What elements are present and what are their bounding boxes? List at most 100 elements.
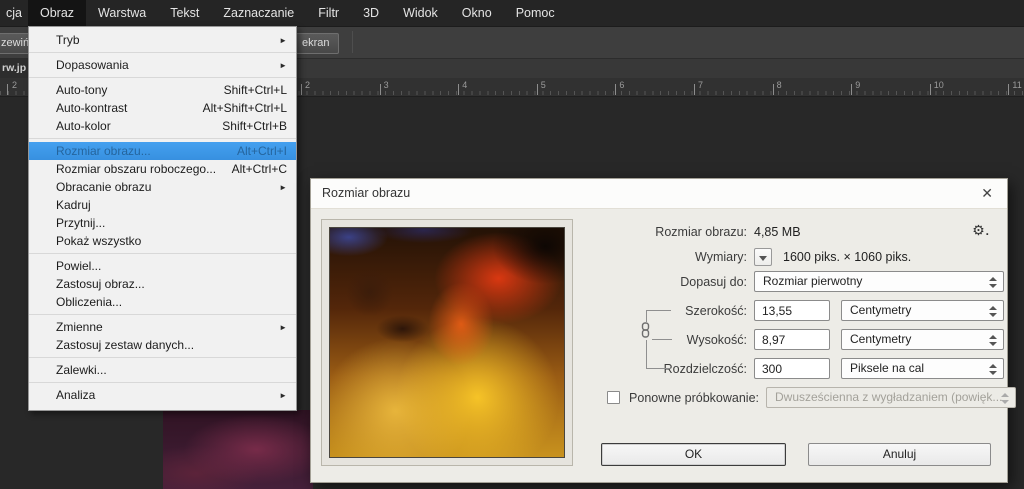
- ruler-tick: [851, 84, 853, 95]
- menu-item-label: Zastosuj zestaw danych...: [56, 338, 195, 352]
- obraz-menu-panel: Tryb ► Dopasowania ► Auto-tony Shift+Ctrl+L Au…: [28, 26, 297, 411]
- menu-item-label: Auto-kontrast: [56, 101, 128, 115]
- menu-item-shortcut: Shift+Ctrl+L: [223, 83, 287, 97]
- updown-arrows-icon: [989, 306, 997, 317]
- menubar-item-widok[interactable]: Widok: [391, 0, 450, 26]
- width-unit-select[interactable]: Centymetry: [841, 300, 1004, 321]
- close-icon[interactable]: ✕: [977, 184, 997, 203]
- menu-item-label: Tryb: [56, 33, 80, 47]
- fit-to-row: Dopasuj do: Rozmiar pierwotny: [591, 271, 1004, 292]
- menubar-item-3d[interactable]: 3D: [351, 0, 391, 26]
- resample-method-value: Dwusześcienna z wygładzaniem (powięk...: [775, 390, 1003, 404]
- menubar-item-tekst[interactable]: Tekst: [158, 0, 211, 26]
- menu-item-powiel[interactable]: Powiel...: [29, 257, 296, 275]
- image-size-dialog: Rozmiar obrazu ✕ ⚙. Rozmiar obrazu: 4,85…: [310, 178, 1016, 483]
- menubar-item-zaznaczanie[interactable]: Zaznaczanie: [211, 0, 306, 26]
- submenu-arrow-icon: ►: [279, 35, 287, 45]
- menu-item-obliczenia[interactable]: Obliczenia...: [29, 293, 296, 311]
- menu-item-shortcut: Shift+Ctrl+B: [222, 119, 287, 133]
- cancel-button[interactable]: Anuluj: [808, 443, 991, 466]
- resolution-unit-value: Piksele na cal: [850, 361, 925, 375]
- fit-to-value: Rozmiar pierwotny: [763, 274, 863, 288]
- width-input[interactable]: [754, 300, 830, 321]
- menu-item-zastosuj-obraz[interactable]: Zastosuj obraz...: [29, 275, 296, 293]
- resolution-unit-select[interactable]: Piksele na cal: [841, 358, 1004, 379]
- fit-to-label: Dopasuj do:: [680, 274, 747, 289]
- updown-arrows-icon: [989, 335, 997, 346]
- link-icon[interactable]: [639, 322, 652, 340]
- menu-item-zastosuj-zestaw-danych[interactable]: Zastosuj zestaw danych...: [29, 336, 296, 354]
- menu-item-shortcut: Alt+Ctrl+C: [231, 162, 287, 176]
- ruler-number: 8: [776, 80, 782, 90]
- resample-method-select: Dwusześcienna z wygładzaniem (powięk...: [766, 387, 1016, 408]
- image-preview-frame: [321, 219, 573, 466]
- menu-item-label: Zmienne: [56, 320, 103, 334]
- menubar-item-pomoc[interactable]: Pomoc: [504, 0, 567, 26]
- ruler-tick: [615, 84, 617, 95]
- image-preview[interactable]: [329, 227, 565, 458]
- ruler-tick: [536, 84, 538, 95]
- menu-item-auto-kontrast[interactable]: Auto-kontrast Alt+Shift+Ctrl+L: [29, 99, 296, 117]
- ruler-number: 3: [383, 80, 389, 90]
- ruler-number: 4: [462, 80, 468, 90]
- menu-item-kadruj[interactable]: Kadruj: [29, 196, 296, 214]
- menu-separator: [29, 253, 296, 254]
- ruler-tick: [694, 84, 695, 95]
- resample-row: Ponowne próbkowanie: Dwusześcienna z wyg…: [591, 387, 1016, 408]
- resample-label: Ponowne próbkowanie:: [629, 390, 759, 405]
- menu-item-label: Przytnij...: [56, 216, 106, 230]
- menubar-item-okno[interactable]: Okno: [450, 0, 504, 26]
- menu-item-label: Analiza: [56, 388, 96, 402]
- resample-checkbox[interactable]: [607, 391, 620, 404]
- ok-button[interactable]: OK: [601, 443, 786, 466]
- menu-item-shortcut: Alt+Shift+Ctrl+L: [202, 101, 287, 115]
- dialog-title-bar[interactable]: Rozmiar obrazu ✕: [311, 179, 1007, 209]
- menu-item-label: Rozmiar obszaru roboczego...: [56, 162, 217, 176]
- ruler-tick: [379, 84, 381, 95]
- ruler-tick: [301, 84, 302, 95]
- ruler-number: 2: [305, 80, 311, 90]
- fit-to-select[interactable]: Rozmiar pierwotny: [754, 271, 1004, 292]
- menu-separator: [29, 138, 296, 139]
- menu-item-label: Kadruj: [56, 198, 91, 212]
- menu-item-auto-kolor[interactable]: Auto-kolor Shift+Ctrl+B: [29, 117, 296, 135]
- updown-arrows-icon: [989, 277, 997, 288]
- submenu-arrow-icon: ►: [279, 322, 287, 332]
- width-unit-value: Centymetry: [850, 303, 912, 317]
- menu-item-pokaz-wszystko[interactable]: Pokaż wszystko: [29, 232, 296, 250]
- resolution-input[interactable]: [754, 358, 830, 379]
- menu-item-dopasowania[interactable]: Dopasowania ►: [29, 56, 296, 74]
- menu-item-label: Pokaż wszystko: [56, 234, 142, 248]
- ruler-number: 2: [12, 80, 18, 90]
- menu-item-rozmiar-obszaru-roboczego[interactable]: Rozmiar obszaru roboczego... Alt+Ctrl+C: [29, 160, 296, 178]
- menu-item-analiza[interactable]: Analiza ►: [29, 386, 296, 404]
- image-size-label: Rozmiar obrazu:: [655, 224, 747, 239]
- ruler-tick: [458, 84, 460, 95]
- ruler-tick: [7, 84, 8, 95]
- ruler-number: 6: [619, 80, 625, 90]
- menu-item-label: Powiel...: [56, 259, 102, 273]
- dimensions-row: Wymiary: 1600 piks. × 1060 piks.: [591, 246, 1004, 267]
- menubar-item-obraz[interactable]: Obraz: [27, 0, 87, 26]
- menu-item-obracanie-obrazu[interactable]: Obracanie obrazu ►: [29, 178, 296, 196]
- updown-arrows-icon: [1001, 393, 1009, 404]
- menu-bar: cja Obraz Warstwa Tekst Zaznaczanie Filtr 3D Wi…: [0, 0, 1024, 27]
- height-input[interactable]: [754, 329, 830, 350]
- menu-separator: [29, 382, 296, 383]
- menu-item-rozmiar-obrazu[interactable]: Rozmiar obrazu... Alt+Ctrl+I: [29, 142, 296, 160]
- ruler-tick: [1008, 84, 1010, 95]
- menu-item-auto-tony[interactable]: Auto-tony Shift+Ctrl+L: [29, 81, 296, 99]
- fit-screen-button[interactable]: ekran: [293, 33, 339, 54]
- menubar-item-filtr[interactable]: Filtr: [306, 0, 351, 26]
- menubar-item-warstwa[interactable]: Warstwa: [86, 0, 158, 26]
- menu-item-label: Zalewki...: [56, 363, 107, 377]
- menu-item-zalewki[interactable]: Zalewki...: [29, 361, 296, 379]
- dimensions-dropdown-button[interactable]: [754, 247, 772, 266]
- menubar-item-cja[interactable]: cja: [0, 0, 28, 26]
- menu-item-przytnij[interactable]: Przytnij...: [29, 214, 296, 232]
- menu-item-label: Auto-tony: [56, 83, 108, 97]
- menu-item-zmienne[interactable]: Zmienne ►: [29, 318, 296, 336]
- height-unit-select[interactable]: Centymetry: [841, 329, 1004, 350]
- menu-item-tryb[interactable]: Tryb ►: [29, 31, 296, 49]
- image-size-row: Rozmiar obrazu: 4,85 MB: [591, 221, 1004, 242]
